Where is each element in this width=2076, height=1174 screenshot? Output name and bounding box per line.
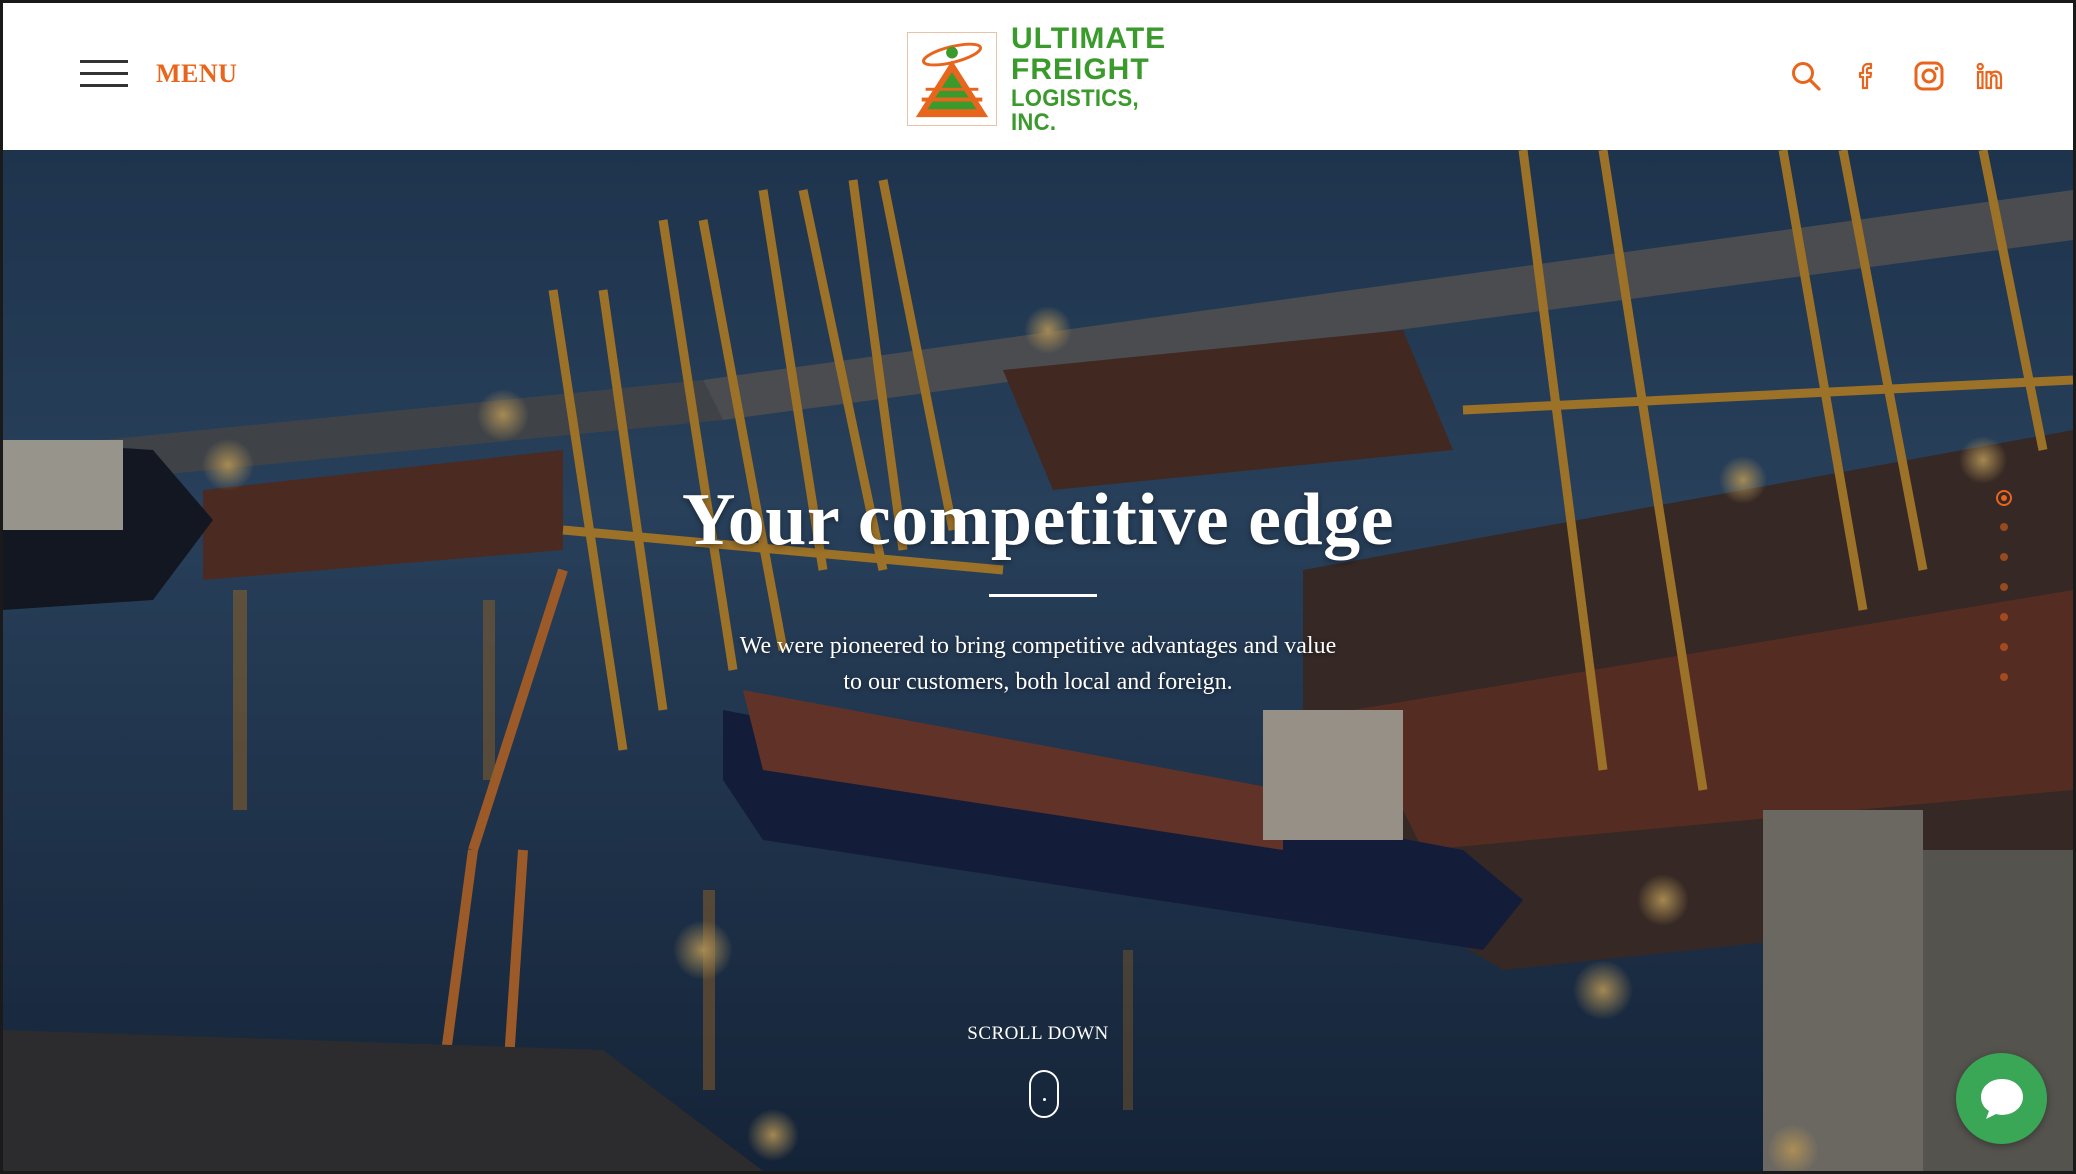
hero-subtitle-line-2: to our customers, both local and foreign…	[843, 669, 1233, 695]
logo-line-3: LOGISTICS, INC.	[1011, 84, 1139, 136]
hero-subtitle: We were pioneered to bring competitive a…	[3, 628, 2073, 700]
hamburger-icon	[80, 60, 128, 88]
slide-dot-6[interactable]	[2000, 643, 2008, 651]
slide-dot-7[interactable]	[2000, 673, 2008, 681]
hero-title: Your competitive edge	[682, 479, 1394, 561]
slide-dot-1[interactable]	[1996, 490, 2012, 506]
menu-label: MENU	[156, 59, 238, 88]
logo-pyramid-icon	[907, 32, 997, 126]
hero-divider	[989, 594, 1097, 597]
facebook-icon[interactable]	[1851, 59, 1885, 93]
search-icon[interactable]	[1789, 59, 1823, 93]
slide-dot-5[interactable]	[2000, 613, 2008, 621]
scroll-mouse-icon[interactable]	[1029, 1070, 1059, 1118]
slide-dot-4[interactable]	[2000, 583, 2008, 591]
linkedin-icon[interactable]	[1973, 59, 2007, 93]
hero-section: Your competitive edge We were pioneered …	[3, 150, 2073, 1171]
page: MENU ULTIMATE FREIGHT LOGISTICS, INC. Yo…	[3, 3, 2073, 1171]
logo-line-1: ULTIMATE	[1011, 21, 1167, 55]
site-logo[interactable]: ULTIMATE FREIGHT LOGISTICS, INC.	[907, 23, 1183, 134]
slide-dot-2[interactable]	[2000, 523, 2008, 531]
site-header: MENU ULTIMATE FREIGHT LOGISTICS, INC.	[3, 3, 2073, 150]
chat-widget-button[interactable]	[1956, 1053, 2047, 1144]
logo-text: ULTIMATE FREIGHT LOGISTICS, INC.	[1011, 21, 1183, 136]
chat-bubble-icon	[1980, 1078, 2023, 1119]
instagram-icon[interactable]	[1912, 59, 1946, 93]
slide-dot-3[interactable]	[2000, 553, 2008, 561]
scroll-down-label[interactable]: SCROLL DOWN	[3, 1023, 2073, 1045]
logo-line-2: FREIGHT	[1011, 52, 1150, 86]
hero-subtitle-line-1: We were pioneered to bring competitive a…	[739, 633, 1337, 659]
menu-button[interactable]: MENU	[80, 59, 237, 89]
